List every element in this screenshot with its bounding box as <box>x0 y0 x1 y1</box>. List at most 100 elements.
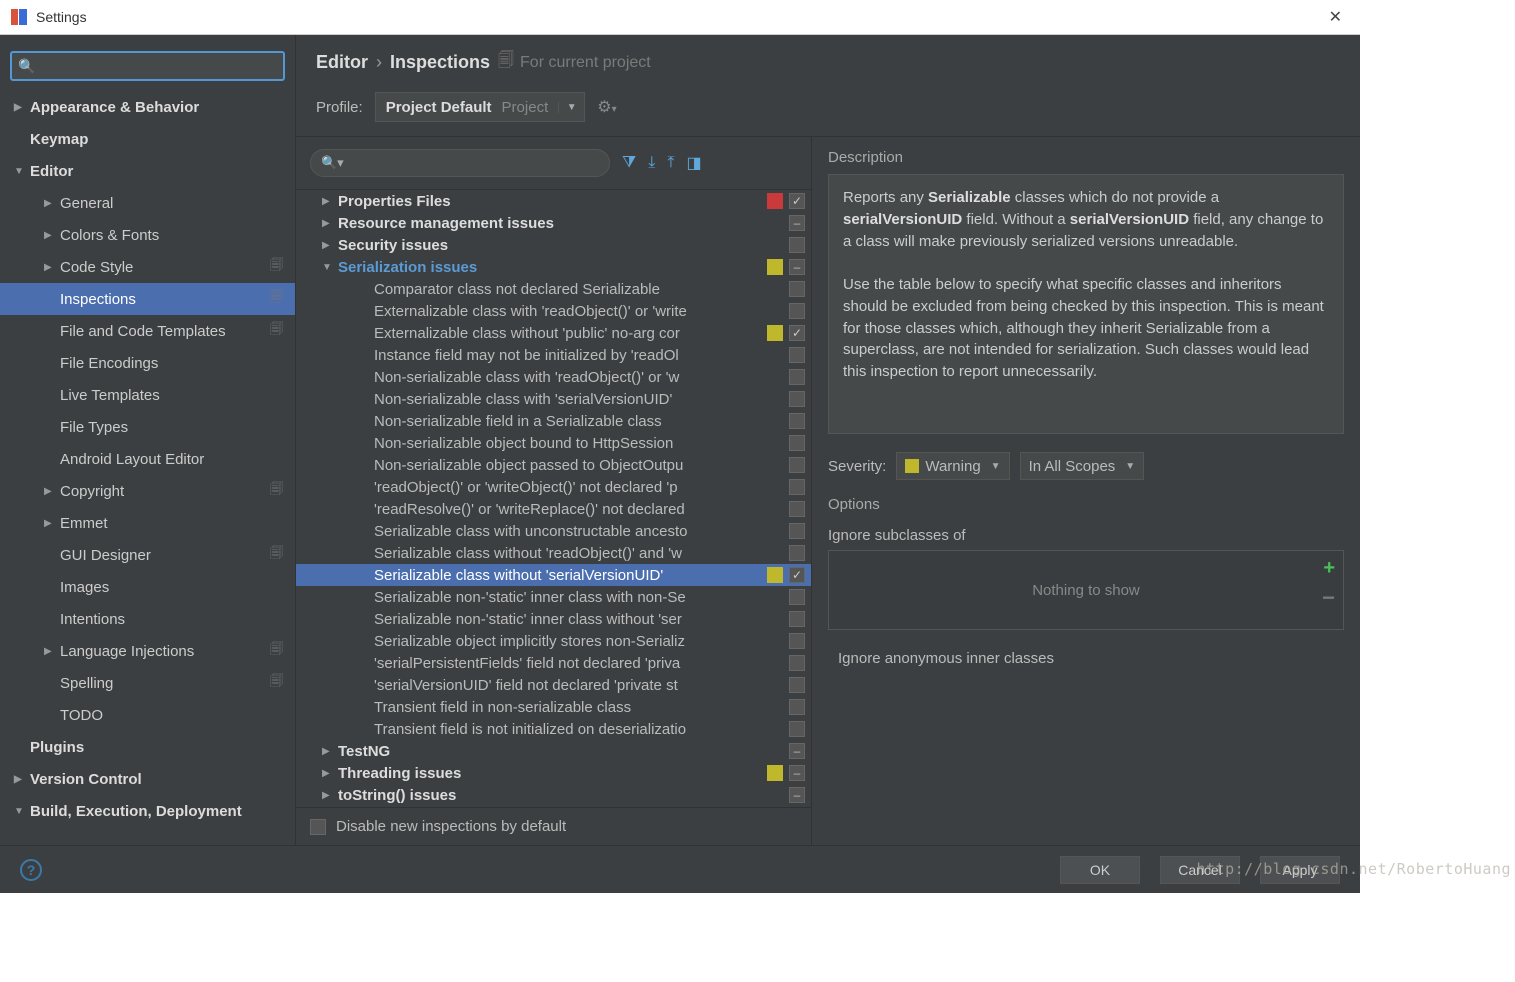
inspection-checkbox[interactable] <box>789 677 805 693</box>
close-icon[interactable]: ✕ <box>1321 5 1350 29</box>
inspection-row[interactable]: Serializable class without 'serialVersio… <box>296 564 811 586</box>
scope-combo[interactable]: In All Scopes ▼ <box>1020 452 1145 480</box>
inspection-checkbox[interactable] <box>789 765 805 781</box>
inspection-checkbox[interactable] <box>789 633 805 649</box>
inspection-tree[interactable]: ▶Properties Files▶Resource management is… <box>296 190 811 807</box>
inspection-row[interactable]: ▼Serialization issues <box>296 256 811 278</box>
inspection-checkbox[interactable] <box>789 193 805 209</box>
inspection-row[interactable]: Serializable non-'static' inner class wi… <box>296 608 811 630</box>
ok-button[interactable]: OK <box>1060 856 1140 884</box>
profile-combo[interactable]: Project Default Project ▼ <box>375 92 586 122</box>
sidebar-item-general[interactable]: General <box>0 187 295 219</box>
inspection-checkbox[interactable] <box>789 589 805 605</box>
inspection-row[interactable]: 'serialVersionUID' field not declared 'p… <box>296 674 811 696</box>
inspection-checkbox[interactable] <box>789 281 805 297</box>
gear-icon[interactable]: ⚙▾ <box>597 97 616 117</box>
sidebar-item-plugins[interactable]: Plugins <box>0 731 295 763</box>
inspection-checkbox[interactable] <box>789 457 805 473</box>
inspection-row[interactable]: Non-serializable field in a Serializable… <box>296 410 811 432</box>
inspection-checkbox[interactable] <box>789 413 805 429</box>
inspection-row[interactable]: Serializable class with unconstructable … <box>296 520 811 542</box>
sidebar-item-version-control[interactable]: Version Control <box>0 763 295 795</box>
inspection-checkbox[interactable] <box>789 347 805 363</box>
inspection-row[interactable]: ▶Resource management issues <box>296 212 811 234</box>
sidebar-item-todo[interactable]: TODO <box>0 699 295 731</box>
sidebar-item-spelling[interactable]: Spelling🗐 <box>0 667 295 699</box>
inspection-row[interactable]: Instance field may not be initialized by… <box>296 344 811 366</box>
sidebar-item-language-injections[interactable]: Language Injections🗐 <box>0 635 295 667</box>
inspection-checkbox[interactable] <box>789 655 805 671</box>
inspection-row[interactable]: ▶Threading issues <box>296 762 811 784</box>
settings-search[interactable]: 🔍 <box>10 51 285 81</box>
inspection-search-input[interactable] <box>344 156 599 171</box>
inspection-checkbox[interactable] <box>789 391 805 407</box>
sidebar-item-keymap[interactable]: Keymap <box>0 123 295 155</box>
sidebar-item-file-encodings[interactable]: File Encodings <box>0 347 295 379</box>
sidebar-item-android-layout-editor[interactable]: Android Layout Editor <box>0 443 295 475</box>
inspection-checkbox[interactable] <box>789 523 805 539</box>
inspection-row[interactable]: Non-serializable class with 'serialVersi… <box>296 388 811 410</box>
inspection-checkbox[interactable] <box>789 787 805 803</box>
sidebar-item-code-style[interactable]: Code Style🗐 <box>0 251 295 283</box>
inspection-row[interactable]: ▶Security issues <box>296 234 811 256</box>
inspection-checkbox[interactable] <box>789 237 805 253</box>
inspection-row[interactable]: ▶TestNG <box>296 740 811 762</box>
inspection-checkbox[interactable] <box>789 743 805 759</box>
inspection-row[interactable]: Comparator class not declared Serializab… <box>296 278 811 300</box>
inspection-checkbox[interactable] <box>789 721 805 737</box>
sidebar-item-copyright[interactable]: Copyright🗐 <box>0 475 295 507</box>
collapse-all-icon[interactable]: ⤒ <box>667 154 674 172</box>
settings-search-input[interactable] <box>39 58 277 74</box>
inspection-row[interactable]: 'serialPersistentFields' field not decla… <box>296 652 811 674</box>
inspection-row[interactable]: Transient field is not initialized on de… <box>296 718 811 740</box>
help-icon[interactable]: ? <box>20 859 42 881</box>
apply-button[interactable]: Apply <box>1260 856 1340 884</box>
inspection-row[interactable]: Externalizable class with 'readObject()'… <box>296 300 811 322</box>
sidebar-item-inspections[interactable]: Inspections🗐 <box>0 283 295 315</box>
inspection-row[interactable]: Transient field in non-serializable clas… <box>296 696 811 718</box>
inspection-checkbox[interactable] <box>789 303 805 319</box>
inspection-checkbox[interactable] <box>789 611 805 627</box>
sidebar-item-build-execution-deployment[interactable]: Build, Execution, Deployment <box>0 795 295 827</box>
inspection-row[interactable]: Externalizable class without 'public' no… <box>296 322 811 344</box>
inspection-search[interactable]: 🔍▾ <box>310 149 610 177</box>
sidebar-item-appearance-behavior[interactable]: Appearance & Behavior <box>0 91 295 123</box>
inspection-row[interactable]: Serializable non-'static' inner class wi… <box>296 586 811 608</box>
inspection-row[interactable]: Non-serializable class with 'readObject(… <box>296 366 811 388</box>
ignore-subclasses-list[interactable]: Nothing to show + − <box>828 550 1344 630</box>
severity-combo[interactable]: Warning ▼ <box>896 452 1009 480</box>
filter-icon[interactable]: ⧩ <box>622 154 636 172</box>
inspection-row[interactable]: Non-serializable object bound to HttpSes… <box>296 432 811 454</box>
sidebar-item-live-templates[interactable]: Live Templates <box>0 379 295 411</box>
inspection-checkbox[interactable] <box>789 259 805 275</box>
inspection-checkbox[interactable] <box>789 479 805 495</box>
disable-default-checkbox[interactable] <box>310 819 326 835</box>
inspection-checkbox[interactable] <box>789 567 805 583</box>
chevron-down-icon[interactable]: ▼ <box>558 102 584 113</box>
sidebar-item-file-and-code-templates[interactable]: File and Code Templates🗐 <box>0 315 295 347</box>
expand-all-icon[interactable]: ⤓ <box>648 154 655 172</box>
inspection-checkbox[interactable] <box>789 215 805 231</box>
sidebar-item-emmet[interactable]: Emmet <box>0 507 295 539</box>
inspection-row[interactable]: ▶toString() issues <box>296 784 811 806</box>
inspection-checkbox[interactable] <box>789 545 805 561</box>
inspection-row[interactable]: Serializable object implicitly stores no… <box>296 630 811 652</box>
add-icon[interactable]: + <box>1323 557 1335 580</box>
inspection-checkbox[interactable] <box>789 435 805 451</box>
inspection-row[interactable]: Non-serializable object passed to Object… <box>296 454 811 476</box>
inspection-checkbox[interactable] <box>789 699 805 715</box>
inspection-row[interactable]: Serializable class without 'readObject()… <box>296 542 811 564</box>
sidebar-item-colors-fonts[interactable]: Colors & Fonts <box>0 219 295 251</box>
sidebar-item-file-types[interactable]: File Types <box>0 411 295 443</box>
inspection-checkbox[interactable] <box>789 369 805 385</box>
cancel-button[interactable]: Cancel <box>1160 856 1240 884</box>
sidebar-item-images[interactable]: Images <box>0 571 295 603</box>
sidebar-item-editor[interactable]: Editor <box>0 155 295 187</box>
inspection-checkbox[interactable] <box>789 501 805 517</box>
inspection-checkbox[interactable] <box>789 325 805 341</box>
reset-icon[interactable]: ◨ <box>686 153 701 173</box>
sidebar-item-intentions[interactable]: Intentions <box>0 603 295 635</box>
inspection-row[interactable]: ▶Properties Files <box>296 190 811 212</box>
inspection-row[interactable]: 'readObject()' or 'writeObject()' not de… <box>296 476 811 498</box>
sidebar-item-gui-designer[interactable]: GUI Designer🗐 <box>0 539 295 571</box>
